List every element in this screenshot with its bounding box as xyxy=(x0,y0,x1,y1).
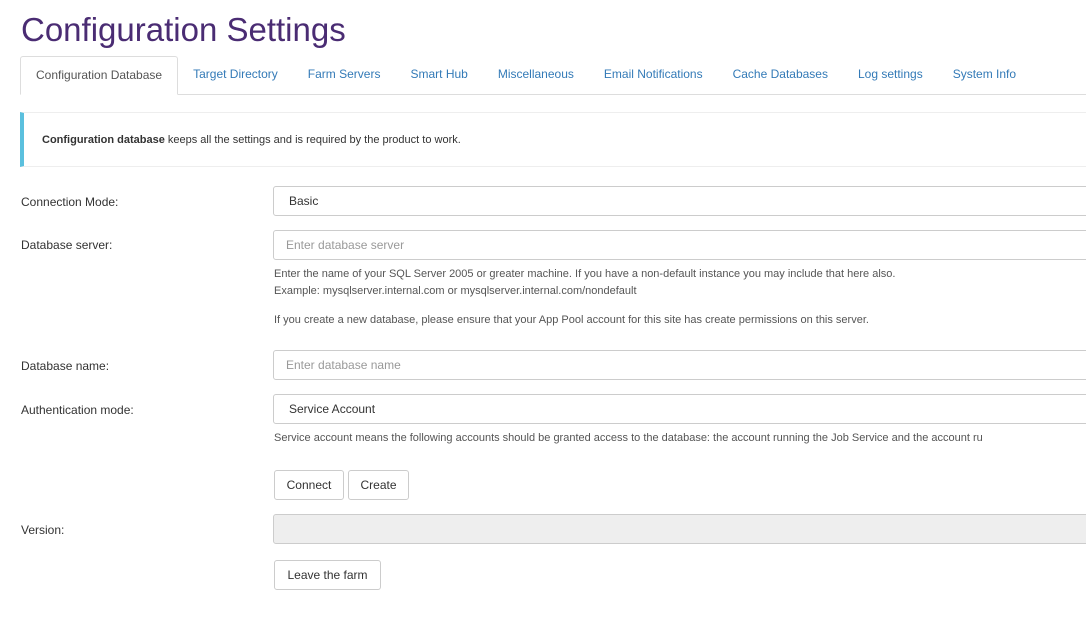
tab-log-settings[interactable]: Log settings xyxy=(843,56,938,93)
create-button[interactable]: Create xyxy=(348,470,409,500)
version-field xyxy=(273,514,1086,544)
authentication-mode-value: Service Account xyxy=(289,402,376,416)
configuration-settings-page: Configuration Settings Configuration Dat… xyxy=(0,0,1086,621)
authentication-mode-select[interactable]: Service Account xyxy=(273,394,1086,424)
connection-mode-label: Connection Mode: xyxy=(21,195,119,209)
database-server-label: Database server: xyxy=(21,238,113,252)
connect-button[interactable]: Connect xyxy=(274,470,344,500)
tab-email-notifications[interactable]: Email Notifications xyxy=(589,56,718,93)
tab-farm-servers[interactable]: Farm Servers xyxy=(293,56,396,93)
connection-mode-value: Basic xyxy=(289,194,319,208)
settings-tabs: Configuration Database Target Directory … xyxy=(20,56,1086,95)
tab-cache-databases[interactable]: Cache Databases xyxy=(718,56,843,93)
tab-smart-hub[interactable]: Smart Hub xyxy=(395,56,482,93)
tab-system-info[interactable]: System Info xyxy=(938,56,1031,93)
leave-farm-button[interactable]: Leave the farm xyxy=(274,560,381,590)
authentication-mode-help: Service account means the following acco… xyxy=(274,432,983,444)
database-server-input[interactable] xyxy=(273,230,1086,260)
version-label: Version: xyxy=(21,523,65,537)
tab-miscellaneous[interactable]: Miscellaneous xyxy=(483,56,589,93)
tab-configuration-database[interactable]: Configuration Database xyxy=(20,56,179,95)
database-server-permissions-note: If you create a new database, please ens… xyxy=(274,314,869,326)
database-name-input[interactable] xyxy=(273,350,1086,380)
callout-text: keeps all the settings and is required b… xyxy=(164,133,461,146)
database-server-help: Enter the name of your SQL Server 2005 o… xyxy=(274,268,896,280)
database-name-label: Database name: xyxy=(21,359,110,373)
database-server-example: Example: mysqlserver.internal.com or mys… xyxy=(274,285,637,297)
authentication-mode-label: Authentication mode: xyxy=(21,403,134,417)
page-title: Configuration Settings xyxy=(21,11,346,48)
info-callout: Configuration database keeps all the set… xyxy=(20,112,1086,167)
callout-bold-text: Configuration database xyxy=(42,133,165,146)
connection-mode-select[interactable]: Basic xyxy=(273,186,1086,216)
tab-target-directory[interactable]: Target Directory xyxy=(178,56,293,93)
